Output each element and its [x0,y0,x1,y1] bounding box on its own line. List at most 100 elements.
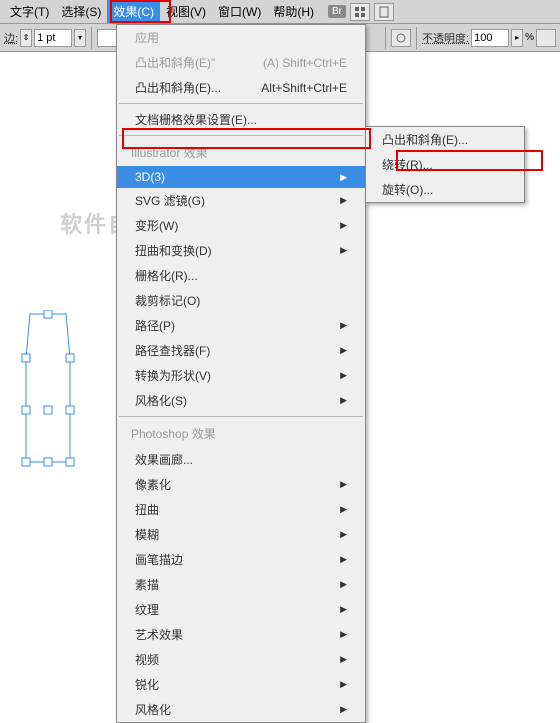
opacity-dropdown-icon[interactable]: ▸ [511,29,523,47]
submenu-arrow-icon: ▶ [340,579,347,590]
submenu-arrow-icon: ▶ [340,345,347,356]
menu-item-label: 效果画廊... [135,451,193,468]
menu-item-svg-filter[interactable]: SVG 滤镜(G) ▶ [117,188,365,213]
submenu-3d: 凸出和斜角(E)... 绕转(R)... 旋转(O)... [365,126,525,203]
menu-item-artistic[interactable]: 艺术效果 ▶ [117,622,365,647]
percent-label: % [525,32,534,43]
menu-item-stylize-ai[interactable]: 风格化(S) ▶ [117,388,365,413]
menu-item-label: 素描 [135,576,159,593]
menu-effect[interactable]: 效果(C) [107,0,160,23]
menu-item-label: 3D(3) [135,170,165,184]
menu-item-pathfinder[interactable]: 路径查找器(F) ▶ [117,338,365,363]
menu-separator [119,416,363,417]
menu-item-warp[interactable]: 变形(W) ▶ [117,213,365,238]
stroke-input[interactable] [34,29,72,47]
menu-item-label: 像素化 [135,476,171,493]
menu-item-label: 风格化 [135,701,171,718]
menu-header-photoshop: Photoshop 效果 [117,420,365,447]
opacity-label: 不透明度: [422,30,469,46]
menu-item-label: 纹理 [135,601,159,618]
submenu-arrow-icon: ▶ [340,220,347,231]
toolbar-button[interactable] [536,29,556,47]
menu-item-apply: 应用 [117,25,365,50]
menu-separator [119,135,363,136]
selected-shape[interactable] [18,310,78,470]
menu-item-label: 栅格化(R)... [135,267,198,284]
submenu-arrow-icon: ▶ [340,604,347,615]
submenu-arrow-icon: ▶ [340,629,347,640]
menu-item-effect-gallery[interactable]: 效果画廊... [117,447,365,472]
submenu-item-extrude-bevel[interactable]: 凸出和斜角(E)... [366,127,524,152]
menu-item-label: 文档栅格效果设置(E)... [135,111,257,128]
menu-item-rasterize[interactable]: 栅格化(R)... [117,263,365,288]
menu-item-convert-shape[interactable]: 转换为形状(V) ▶ [117,363,365,388]
separator [385,27,386,49]
opacity-input[interactable] [471,29,509,47]
menu-item-label: 扭曲和变换(D) [135,242,212,259]
submenu-arrow-icon: ▶ [340,679,347,690]
menu-window[interactable]: 窗口(W) [212,0,267,23]
menu-item-label: 变形(W) [135,217,178,234]
submenu-arrow-icon: ▶ [340,172,347,183]
menu-item-label: 视频 [135,651,159,668]
menu-item-sharpen[interactable]: 锐化 ▶ [117,672,365,697]
submenu-arrow-icon: ▶ [340,195,347,206]
menu-item-label: 转换为形状(V) [135,367,211,384]
separator [416,27,417,49]
menu-item-label: SVG 滤镜(G) [135,192,205,209]
bridge-button[interactable]: Br [328,5,346,18]
menu-item-pixelate[interactable]: 像素化 ▶ [117,472,365,497]
menu-item-label: 画笔描边 [135,551,183,568]
submenu-arrow-icon: ▶ [340,554,347,565]
menu-item-label: 凸出和斜角(E)... [135,79,221,96]
menu-item-texture[interactable]: 纹理 ▶ [117,597,365,622]
menu-item-extrude: 凸出和斜角(E)" (A) Shift+Ctrl+E [117,50,365,75]
submenu-arrow-icon: ▶ [340,504,347,515]
menu-item-distort[interactable]: 扭曲和变换(D) ▶ [117,238,365,263]
menu-help[interactable]: 帮助(H) [267,0,320,23]
menu-item-sketch[interactable]: 素描 ▶ [117,572,365,597]
menu-select[interactable]: 选择(S) [55,0,107,23]
submenu-arrow-icon: ▶ [340,395,347,406]
menu-text[interactable]: 文字(T) [4,0,55,23]
submenu-arrow-icon: ▶ [340,370,347,381]
submenu-item-rotate[interactable]: 旋转(O)... [366,177,524,202]
menu-item-shortcut: (A) Shift+Ctrl+E [263,56,347,70]
menu-item-label: 艺术效果 [135,626,183,643]
menu-item-extrude-alt[interactable]: 凸出和斜角(E)... Alt+Shift+Ctrl+E [117,75,365,100]
stroke-stepper[interactable]: ⇕ [20,29,32,47]
doc-icon[interactable] [374,3,394,21]
submenu-arrow-icon: ▶ [340,320,347,331]
separator [91,27,92,49]
menu-item-shortcut: Alt+Shift+Ctrl+E [261,81,347,95]
menu-item-brush-strokes[interactable]: 画笔描边 ▶ [117,547,365,572]
menu-header-illustrator: Illustrator 效果 [117,139,365,166]
menu-item-label: 风格化(S) [135,392,187,409]
menu-item-path[interactable]: 路径(P) ▶ [117,313,365,338]
menu-view[interactable]: 视图(V) [160,0,212,23]
menubar: 文字(T) 选择(S) 效果(C) 视图(V) 窗口(W) 帮助(H) Br [0,0,560,24]
submenu-item-revolve[interactable]: 绕转(R)... [366,152,524,177]
menu-separator [119,103,363,104]
menu-item-label: 路径(P) [135,317,175,334]
menu-item-crop-marks[interactable]: 裁剪标记(O) [117,288,365,313]
menu-item-video[interactable]: 视频 ▶ [117,647,365,672]
submenu-arrow-icon: ▶ [340,245,347,256]
menu-item-3d[interactable]: 3D(3) ▶ [117,166,365,188]
effect-menu: 应用 凸出和斜角(E)" (A) Shift+Ctrl+E 凸出和斜角(E)..… [116,24,366,723]
submenu-arrow-icon: ▶ [340,704,347,715]
menu-item-label: 应用 [135,29,159,46]
toolbar-button[interactable] [391,29,411,47]
submenu-arrow-icon: ▶ [340,654,347,665]
menu-item-label: 凸出和斜角(E)" [135,54,215,71]
menu-item-blur[interactable]: 模糊 ▶ [117,522,365,547]
stroke-label: 边: [4,30,18,46]
menu-item-label: 锐化 [135,676,159,693]
menu-item-label: 路径查找器(F) [135,342,210,359]
menu-item-label: 模糊 [135,526,159,543]
grid-icon[interactable] [350,3,370,21]
menu-item-label: 裁剪标记(O) [135,292,200,309]
menu-item-raster-settings[interactable]: 文档栅格效果设置(E)... [117,107,365,132]
menu-item-stylize-ps[interactable]: 风格化 ▶ [117,697,365,722]
stroke-dropdown-icon[interactable]: ▾ [74,29,86,47]
